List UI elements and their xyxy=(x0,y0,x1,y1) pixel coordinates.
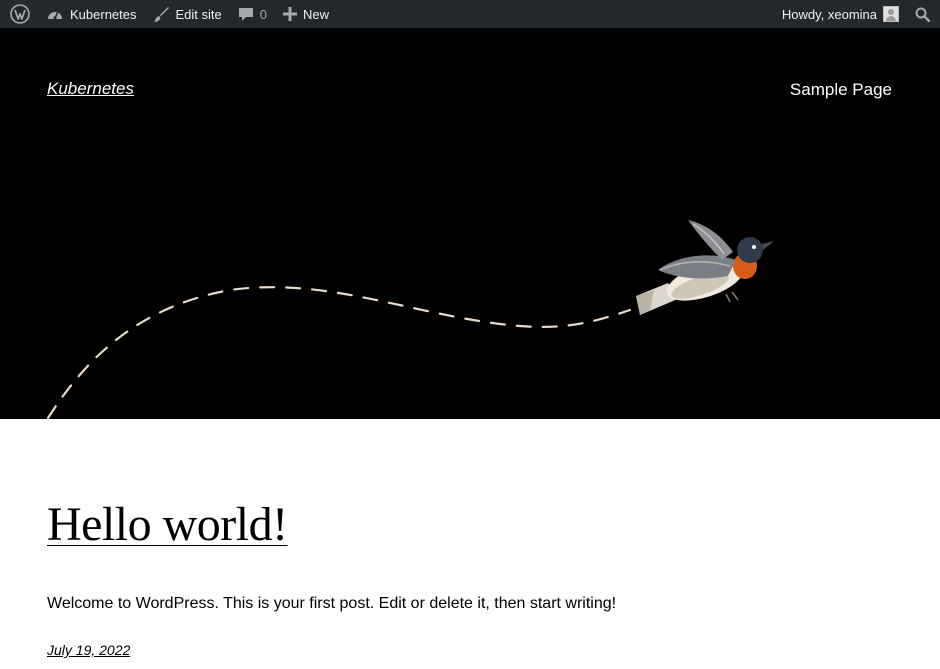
post-date[interactable]: July 19, 2022 xyxy=(47,642,130,658)
post-excerpt: Welcome to WordPress. This is your first… xyxy=(47,595,617,612)
post-title[interactable]: Hello world! xyxy=(47,497,288,553)
edit-site-label: Edit site xyxy=(175,6,222,22)
plus-icon xyxy=(282,7,297,21)
nav-link-sample-page[interactable]: Sample Page xyxy=(790,80,892,100)
new-content-menu[interactable]: New xyxy=(275,0,337,28)
flight-path xyxy=(46,286,632,419)
admin-bar-right: Howdy, xeomina xyxy=(774,0,940,28)
search-icon xyxy=(915,7,930,22)
comments-link[interactable]: 0 xyxy=(230,0,275,28)
site-name-menu[interactable]: Kubernetes xyxy=(38,0,145,28)
site-title[interactable]: Kubernetes xyxy=(47,79,134,99)
site-header: Kubernetes Sample Page xyxy=(0,28,940,419)
comment-icon xyxy=(238,8,253,21)
site-name-label: Kubernetes xyxy=(70,6,137,22)
my-account-menu[interactable]: Howdy, xeomina xyxy=(774,0,907,28)
avatar xyxy=(883,6,899,22)
admin-bar: Kubernetes Edit site 0 New Howdy, xeomin… xyxy=(0,0,940,28)
new-label: New xyxy=(302,6,329,22)
wp-logo-menu[interactable] xyxy=(2,0,38,28)
dashboard-icon xyxy=(48,11,62,20)
wordpress-logo-icon xyxy=(10,4,30,24)
brush-icon xyxy=(153,6,169,22)
admin-bar-search[interactable] xyxy=(907,0,940,28)
edit-site-link[interactable]: Edit site xyxy=(145,0,230,28)
admin-bar-left: Kubernetes Edit site 0 New xyxy=(0,0,337,28)
comments-count: 0 xyxy=(259,6,267,22)
howdy-text: Howdy, xeomina xyxy=(781,6,877,22)
bird-image xyxy=(636,220,774,315)
